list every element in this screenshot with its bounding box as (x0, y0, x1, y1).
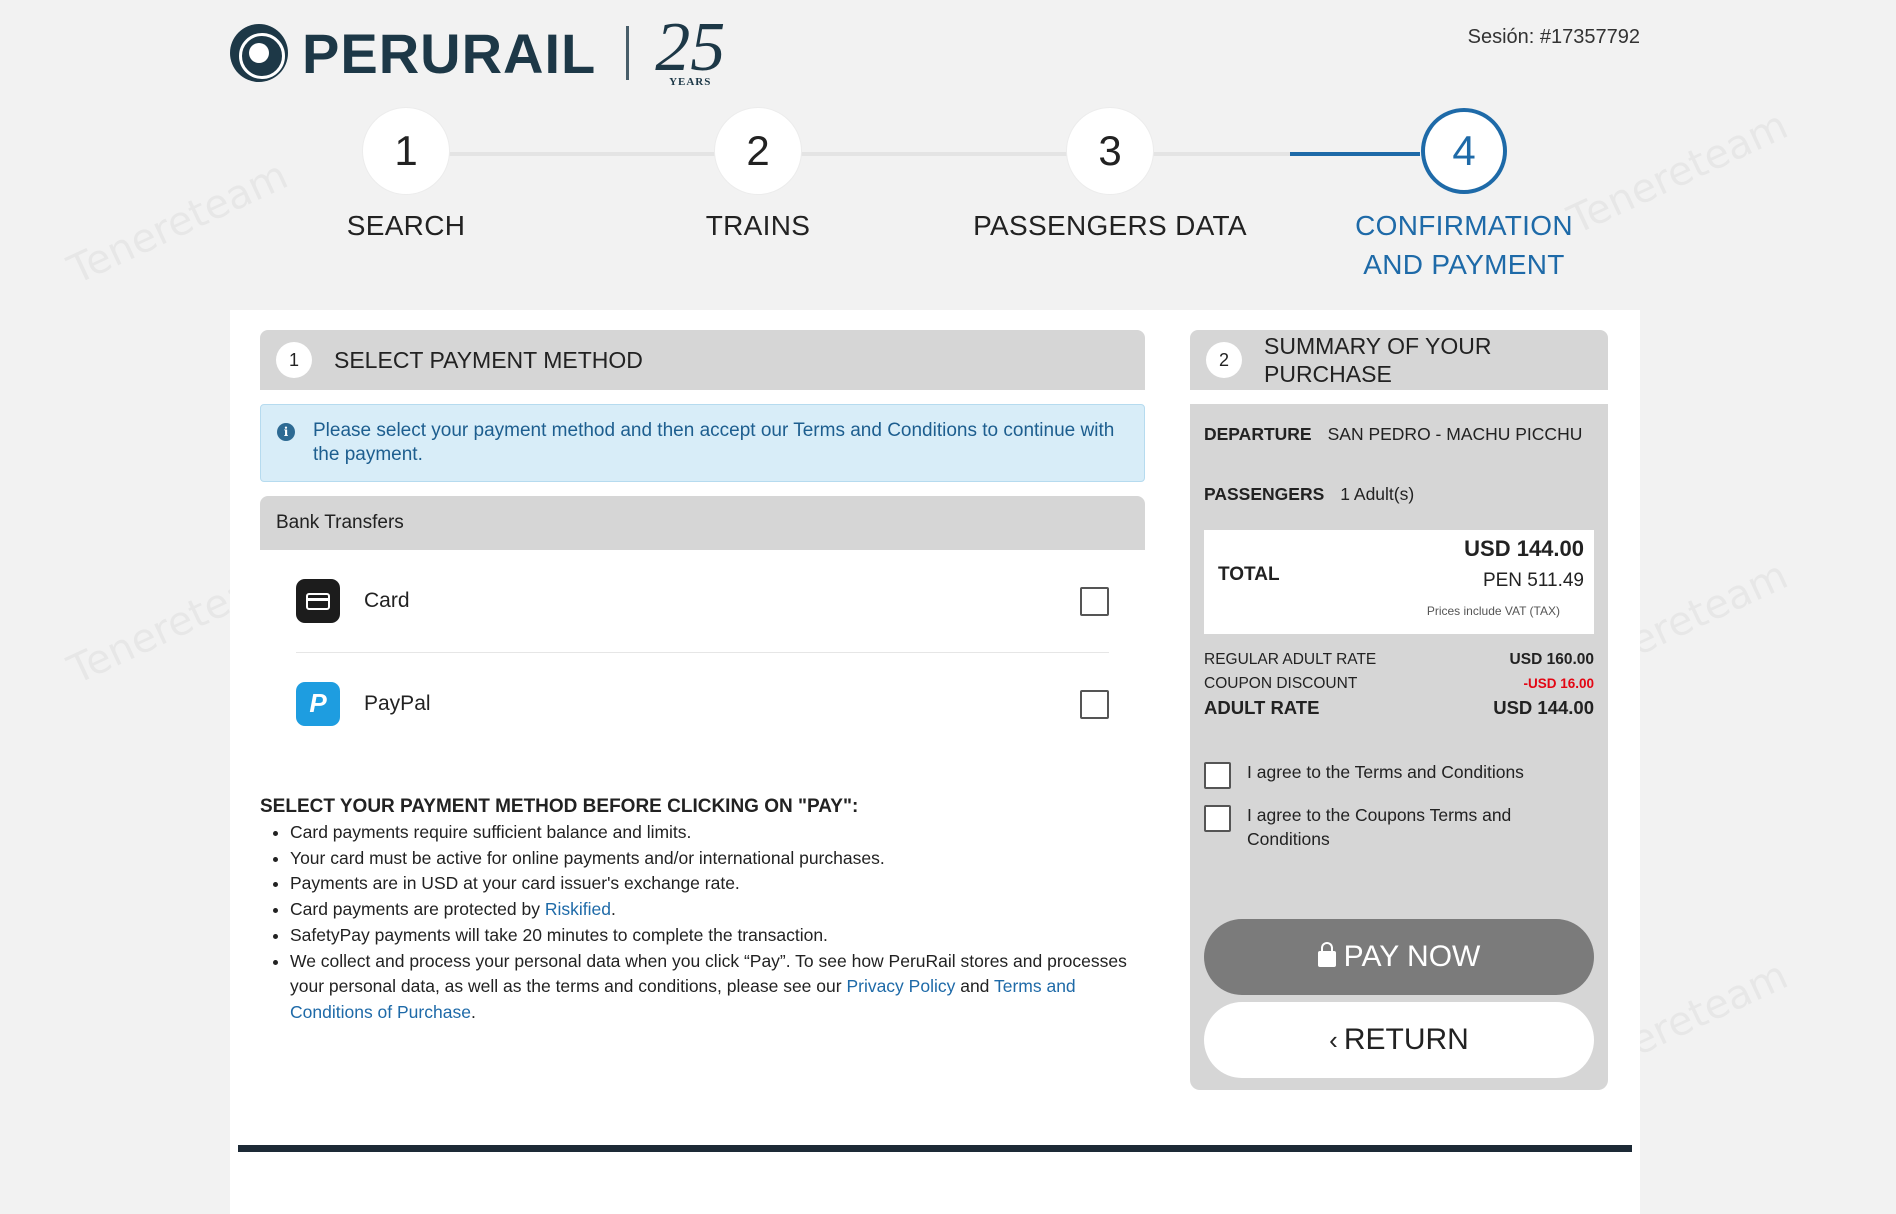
total-usd: USD 144.00 (1464, 536, 1584, 561)
note-text: and (955, 976, 994, 997)
step-trains[interactable]: 2 TRAINS (608, 108, 908, 245)
step-label: CONFIRMATION AND PAYMENT (1355, 210, 1573, 280)
anniversary-word: YEARS (669, 76, 712, 88)
step-confirmation-payment: 4 CONFIRMATION AND PAYMENT (1314, 108, 1614, 284)
card-checkbox[interactable] (1080, 587, 1109, 616)
purchase-summary-section: 2 SUMMARY OF YOUR PURCHASE DEPARTURE SAN… (1190, 330, 1608, 1090)
step-number: 2 (715, 108, 801, 194)
payment-notes: SELECT YOUR PAYMENT METHOD BEFORE CLICKI… (260, 794, 1145, 1026)
total-label: TOTAL (1218, 564, 1280, 585)
step-search[interactable]: 1 SEARCH (256, 108, 556, 245)
payment-method-title: SELECT PAYMENT METHOD (334, 347, 643, 373)
paypal-icon: P (296, 681, 340, 726)
payment-info-alert: i Please select your payment method and … (260, 404, 1145, 482)
agree-terms-checkbox[interactable] (1204, 762, 1231, 789)
section-number-badge: 1 (276, 342, 312, 378)
return-label: RETURN (1343, 1023, 1469, 1056)
return-button[interactable]: ‹ RETURN (1204, 1002, 1594, 1078)
regular-rate-value: USD 160.00 (1509, 651, 1594, 668)
rate-breakdown: REGULAR ADULT RATE USD 160.00 COUPON DIS… (1204, 648, 1594, 720)
list-item: Your card must be active for online paym… (290, 846, 1145, 872)
adult-rate-label: ADULT RATE (1204, 697, 1320, 718)
bank-transfers-bar[interactable]: Bank Transfers (260, 496, 1145, 550)
summary-title: SUMMARY OF YOUR PURCHASE (1264, 333, 1492, 387)
step-label: SEARCH (346, 210, 466, 241)
riskified-link[interactable]: Riskified (545, 899, 611, 919)
payment-method-header: 1 SELECT PAYMENT METHOD (260, 330, 1145, 390)
anniversary-badge: 25 YEARS (655, 9, 726, 89)
passengers-value: 1 Adult(s) (1340, 484, 1415, 504)
list-item: Card payments require sufficient balance… (290, 820, 1145, 846)
passengers-label: PASSENGERS (1204, 484, 1325, 504)
anniversary-number: 25 (655, 9, 726, 86)
coupon-discount-row: COUPON DISCOUNT -USD 16.00 (1204, 672, 1594, 696)
list-item: SafetyPay payments will take 20 minutes … (290, 923, 1145, 949)
header: PERURAIL 25 YEARS Sesión: #17357792 (0, 0, 1896, 100)
payment-option-label: Card (364, 589, 410, 612)
summary-header: 2 SUMMARY OF YOUR PURCHASE (1190, 330, 1608, 390)
list-item: Card payments are protected by Riskified… (290, 897, 1145, 923)
departure-row: DEPARTURE SAN PEDRO - MACHU PICCHU (1204, 422, 1594, 446)
passengers-row: PASSENGERS 1 Adult(s) (1204, 482, 1594, 506)
coupon-discount-label: COUPON DISCOUNT (1204, 675, 1358, 692)
payment-notes-title: SELECT YOUR PAYMENT METHOD BEFORE CLICKI… (260, 796, 859, 817)
step-number: 1 (363, 108, 449, 194)
session-id: Sesión: #17357792 (1467, 26, 1640, 48)
note-text: Card payments are protected by (290, 899, 545, 920)
agree-coupons-row[interactable]: I agree to the Coupons Terms and Conditi… (1204, 803, 1594, 851)
payment-option-paypal[interactable]: P PayPal (296, 652, 1109, 754)
total-pen: PEN 511.49 (1482, 570, 1584, 591)
regular-rate-row: REGULAR ADULT RATE USD 160.00 (1204, 648, 1594, 672)
checkout-stepper: 1 SEARCH 2 TRAINS 3 PASSENGERS DATA 4 CO… (0, 100, 1896, 290)
adult-rate-value: USD 144.00 (1493, 697, 1594, 718)
logo-text: PERURAIL (302, 21, 597, 85)
total-box: TOTAL USD 144.00 PEN 511.49 Prices inclu… (1204, 530, 1594, 634)
pay-now-button[interactable]: PAY NOW (1204, 919, 1594, 995)
agree-terms-row[interactable]: I agree to the Terms and Conditions (1204, 760, 1594, 789)
chevron-left-icon: ‹ (1329, 1024, 1338, 1055)
lock-icon (1317, 942, 1336, 967)
step-passengers-data[interactable]: 3 PASSENGERS DATA (960, 108, 1260, 245)
vat-note: Prices include VAT (TAX) (1426, 604, 1560, 618)
note-text: Card payments require sufficient balance… (290, 822, 692, 842)
note-text: SafetyPay payments will take 20 minutes … (290, 924, 828, 945)
card-icon (296, 579, 340, 623)
step-label: TRAINS (705, 210, 811, 241)
perurail-emblem-icon (230, 24, 288, 82)
list-item: Payments are in USD at your card issuer'… (290, 871, 1145, 897)
note-text: Your card must be active for online paym… (290, 847, 885, 868)
privacy-policy-link[interactable]: Privacy Policy (846, 976, 955, 996)
step-number: 3 (1067, 108, 1153, 194)
agree-coupons-checkbox[interactable] (1204, 805, 1231, 832)
regular-rate-label: REGULAR ADULT RATE (1204, 651, 1377, 668)
payment-option-card[interactable]: Card (296, 550, 1109, 652)
logo-divider (626, 26, 630, 80)
payment-notes-list: Card payments require sufficient balance… (260, 820, 1145, 1026)
list-item: We collect and process your personal dat… (290, 949, 1145, 1026)
payment-method-section: 1 SELECT PAYMENT METHOD i Please select … (260, 330, 1145, 1026)
checkout-card: 1 SELECT PAYMENT METHOD i Please select … (230, 310, 1640, 1214)
step-label: PASSENGERS DATA (973, 210, 1247, 241)
footer-divider (238, 1145, 1632, 1152)
payment-info-text: Please select your payment method and th… (313, 420, 1115, 465)
note-text: Payments are in USD at your card issuer'… (290, 873, 740, 894)
agree-coupons-label[interactable]: I agree to the Coupons Terms and Conditi… (1247, 803, 1537, 851)
perurail-logo[interactable]: PERURAIL 25 YEARS (230, 9, 726, 89)
bank-transfers-label: Bank Transfers (276, 512, 404, 533)
payment-option-label: PayPal (364, 691, 431, 715)
pay-now-label: PAY NOW (1343, 940, 1481, 973)
step-number: 4 (1421, 108, 1507, 194)
departure-label: DEPARTURE (1204, 424, 1312, 444)
adult-rate-row: ADULT RATE USD 144.00 (1204, 696, 1594, 720)
agree-terms-label[interactable]: I agree to the Terms and Conditions (1247, 760, 1524, 784)
coupon-discount-value: -USD 16.00 (1523, 676, 1594, 691)
info-icon: i (277, 423, 295, 441)
departure-value: SAN PEDRO - MACHU PICCHU (1327, 424, 1583, 444)
section-number-badge: 2 (1206, 342, 1242, 378)
summary-body: DEPARTURE SAN PEDRO - MACHU PICCHU PASSE… (1190, 404, 1608, 1090)
paypal-checkbox[interactable] (1080, 690, 1109, 719)
